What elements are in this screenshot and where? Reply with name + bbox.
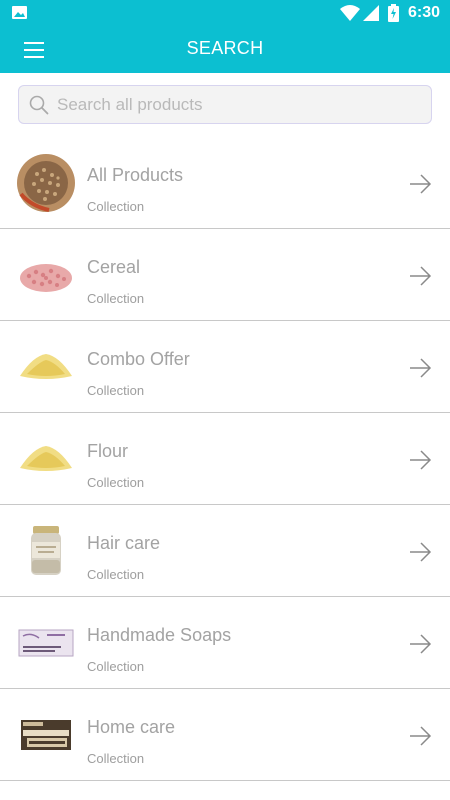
arrow-right-icon[interactable] [408, 172, 432, 196]
search-icon [29, 95, 49, 115]
search-box[interactable] [18, 85, 432, 124]
wifi-icon [340, 5, 360, 21]
arrow-right-icon[interactable] [408, 632, 432, 656]
arrow-right-icon[interactable] [408, 724, 432, 748]
list-item[interactable]: Hair care Collection [0, 505, 450, 597]
arrow-right-icon[interactable] [408, 356, 432, 380]
arrow-right-icon[interactable] [408, 264, 432, 288]
list-item[interactable]: Handmade Soaps Collection [0, 597, 450, 689]
battery-icon [388, 4, 399, 22]
collection-name: Home care [87, 717, 176, 737]
yellow-powder-image [20, 354, 72, 379]
collection-subtitle: Collection [87, 567, 145, 582]
page-title: SEARCH [186, 38, 264, 58]
arrow-right-icon[interactable] [408, 448, 432, 472]
collection-subtitle: Collection [87, 291, 145, 306]
list-item[interactable]: Combo Offer Collection [0, 321, 450, 413]
collection-name: Hair care [87, 533, 161, 553]
yellow-powder-image [20, 446, 72, 471]
app-bar: SEARCH [0, 25, 450, 73]
image-icon [12, 6, 27, 19]
list-item[interactable]: Cereal Collection [0, 229, 450, 321]
collection-subtitle: Collection [87, 475, 145, 490]
collection-name: Flour [87, 441, 129, 461]
collection-list: All Products Collection Cereal Collectio… [0, 137, 450, 781]
collection-name: Combo Offer [87, 349, 190, 369]
collection-subtitle: Collection [87, 383, 145, 398]
status-bar: 6:30 [0, 0, 450, 25]
pink-grains-image [20, 264, 72, 292]
status-time: 6:30 [408, 4, 441, 21]
soap-bar-image [18, 629, 74, 657]
collection-subtitle: Collection [87, 659, 145, 674]
jar-image [31, 526, 61, 575]
collection-subtitle: Collection [87, 199, 145, 214]
collection-name: All Products [87, 165, 184, 185]
collection-name: Handmade Soaps [87, 625, 232, 645]
list-item[interactable]: Flour Collection [0, 413, 450, 505]
collection-name: Cereal [87, 257, 141, 277]
list-item[interactable]: Home care Collection [0, 689, 450, 781]
dishwash-soap-image [21, 720, 71, 750]
seeds-bowl-image [17, 154, 75, 212]
collection-subtitle: Collection [87, 751, 145, 766]
signal-icon [363, 5, 379, 21]
arrow-right-icon[interactable] [408, 540, 432, 564]
list-item[interactable]: All Products Collection [0, 137, 450, 229]
search-input[interactable] [57, 86, 425, 123]
